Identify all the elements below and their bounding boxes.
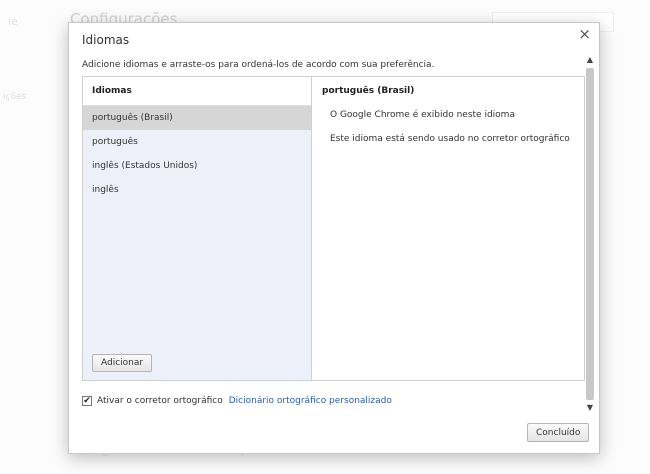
language-item-ingles-estados-unidos[interactable]: inglês (Estados Unidos) [83,154,311,178]
scroll-thumb[interactable] [586,68,594,400]
dialog-title: Idiomas [82,33,130,47]
language-item-portugues[interactable]: português [83,130,311,154]
checkbox-check-icon: ✔ [83,396,91,406]
close-icon[interactable]: × [578,25,591,43]
ui-language-note: O Google Chrome é exibido neste idioma [330,110,515,120]
language-details-title: português (Brasil) [322,86,415,96]
custom-dictionary-link[interactable]: Dicionário ortográfico personalizado [229,396,392,406]
scroll-down-icon[interactable]: ▼ [584,402,596,414]
languages-panel: Idiomas português (Brasil) português ing… [82,76,585,381]
spellcheck-language-note: Este idioma está sendo usado no corretor… [330,134,570,144]
done-button[interactable]: Concluído [527,423,590,442]
spellcheck-checkbox[interactable]: ✔ [82,396,92,406]
dialog-description: Adicione idiomas e arraste-os para orden… [82,60,435,70]
languages-dialog: Idiomas × Adicione idiomas e arraste-os … [68,22,600,454]
language-list-header: Idiomas [83,77,311,106]
add-language-button[interactable]: Adicionar [92,354,153,372]
spellcheck-row: ✔ Ativar o corretor ortográfico Dicionár… [82,394,392,408]
spellcheck-label[interactable]: Ativar o corretor ortográfico [97,396,223,406]
language-item-portugues-brasil[interactable]: português (Brasil) [83,106,311,130]
language-item-ingles[interactable]: inglês [83,178,311,202]
scroll-up-icon[interactable]: ▲ [584,54,596,66]
dialog-scrollbar[interactable]: ▲ ▼ [584,54,596,414]
language-list: Idiomas português (Brasil) português ing… [83,77,312,380]
language-details: português (Brasil) O Google Chrome é exi… [312,77,584,380]
